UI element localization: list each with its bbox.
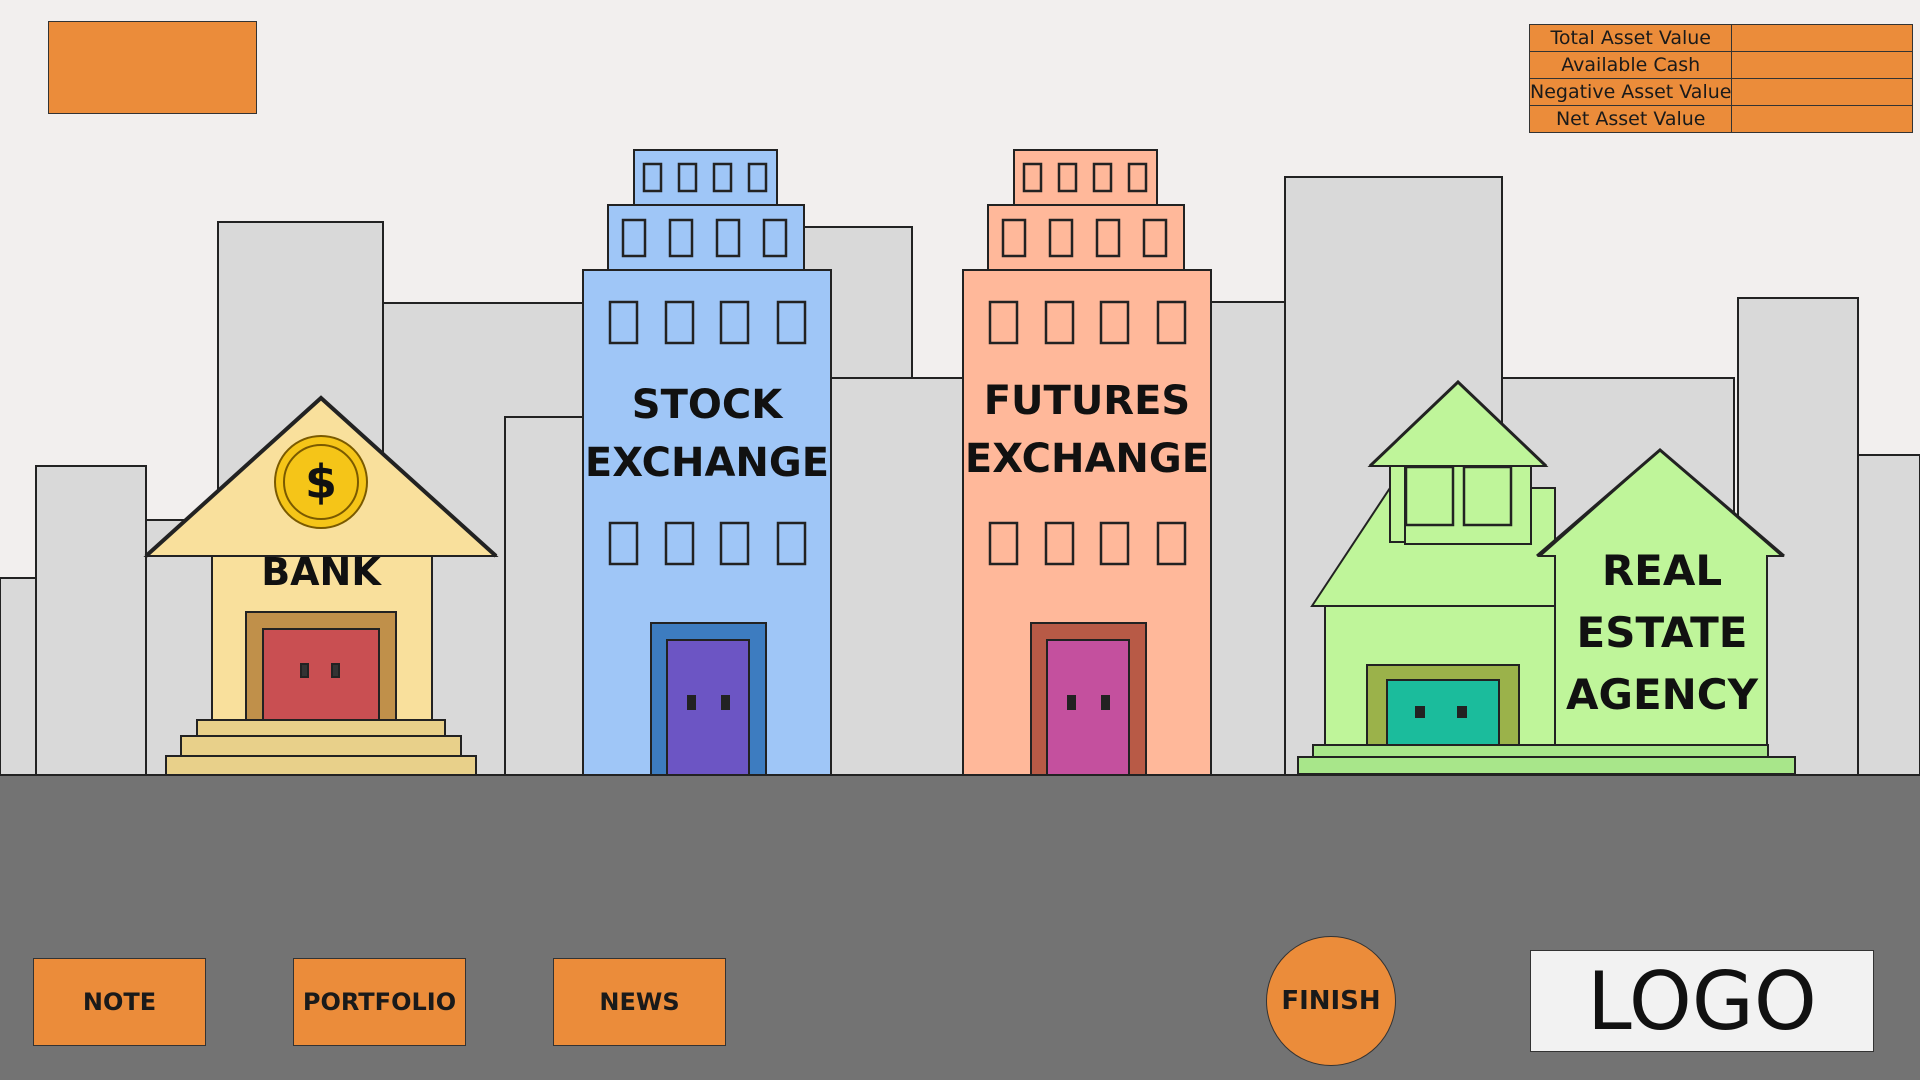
finish-button[interactable]: FINISH bbox=[1266, 936, 1396, 1066]
realestate-label-line2: ESTATE bbox=[1577, 608, 1748, 657]
futures-label-line1: FUTURES bbox=[984, 378, 1191, 424]
futures-door[interactable] bbox=[1046, 639, 1130, 776]
realestate-door[interactable] bbox=[1386, 679, 1500, 746]
dollar-symbol: $ bbox=[305, 455, 337, 509]
bank-label: BANK bbox=[261, 550, 382, 594]
logo: LOGO bbox=[1530, 950, 1874, 1052]
realestate-label-line3: AGENCY bbox=[1566, 670, 1759, 719]
stock-label-line1: STOCK bbox=[632, 382, 784, 428]
title-box bbox=[48, 21, 257, 114]
city-scene: $ BANK STOCK EXCHANGE FUTURES EXCHANGE R… bbox=[0, 149, 1920, 1080]
stats-row-total-asset: Total Asset Value bbox=[1528, 24, 1914, 52]
stats-row-negative-asset: Negative Asset Value bbox=[1528, 78, 1914, 106]
net-asset-value bbox=[1731, 105, 1914, 133]
asset-stats-table: Total Asset Value Available Cash Negativ… bbox=[1528, 24, 1914, 133]
realestate-label-line1: REAL bbox=[1602, 546, 1722, 595]
futures-exchange-building[interactable]: FUTURES EXCHANGE bbox=[962, 149, 1212, 776]
net-asset-value-label: Net Asset Value bbox=[1528, 105, 1733, 133]
portfolio-button[interactable]: PORTFOLIO bbox=[293, 958, 466, 1046]
available-cash-value bbox=[1731, 51, 1914, 79]
stock-door[interactable] bbox=[666, 639, 750, 776]
negative-asset-value-label: Negative Asset Value bbox=[1528, 78, 1733, 106]
stock-label-line2: EXCHANGE bbox=[585, 440, 829, 486]
news-button[interactable]: NEWS bbox=[553, 958, 726, 1046]
available-cash-label: Available Cash bbox=[1528, 51, 1733, 79]
bank-door[interactable] bbox=[262, 628, 380, 723]
stock-exchange-building[interactable]: STOCK EXCHANGE bbox=[582, 149, 832, 776]
stats-row-available-cash: Available Cash bbox=[1528, 51, 1914, 79]
total-asset-value-label: Total Asset Value bbox=[1528, 24, 1733, 52]
note-button[interactable]: NOTE bbox=[33, 958, 206, 1046]
total-asset-value bbox=[1731, 24, 1914, 52]
stats-row-net-asset: Net Asset Value bbox=[1528, 105, 1914, 133]
negative-asset-value bbox=[1731, 78, 1914, 106]
futures-label-line2: EXCHANGE bbox=[965, 436, 1209, 482]
